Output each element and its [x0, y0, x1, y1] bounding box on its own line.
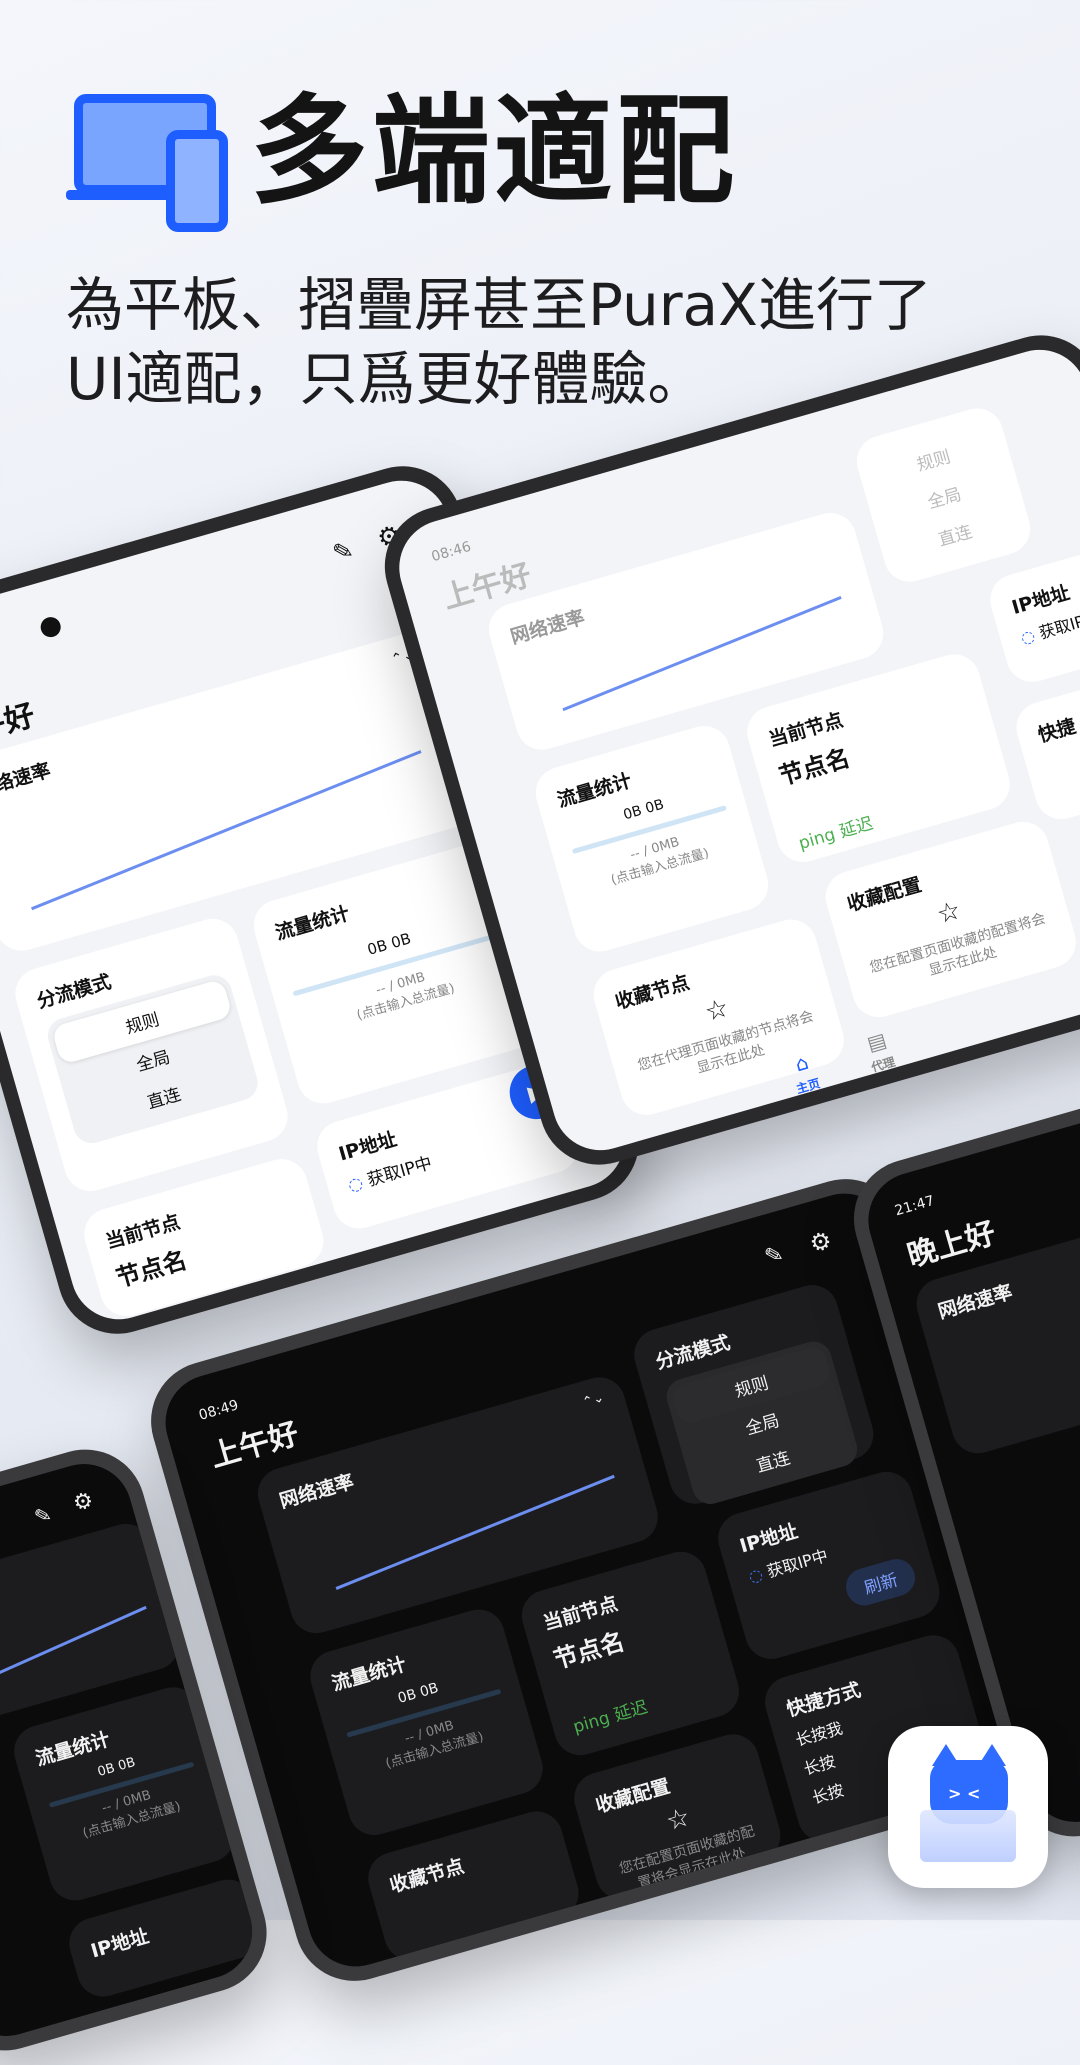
speed-title: 网络速率 — [0, 759, 54, 802]
page-title: 多端適配 — [250, 82, 739, 220]
speed-line — [0, 1605, 147, 1711]
fav-node-title: 收藏节点 — [387, 1855, 467, 1898]
quick-card[interactable]: 快捷 — [1010, 660, 1080, 826]
laptop-phone-icon — [66, 80, 228, 232]
gear-icon[interactable]: ⚙ — [70, 1488, 96, 1517]
ip-card[interactable]: IP地址 ◌ 获取IP中 刷新 — [712, 1465, 946, 1666]
nav-home[interactable]: ⌂ 主页 — [787, 1048, 822, 1097]
edit-icon[interactable]: ✎ — [32, 1502, 55, 1530]
box-icon — [920, 1810, 1016, 1862]
ip-value-text: 获取IP中 — [365, 1153, 435, 1191]
loading-icon: ◌ — [746, 1564, 766, 1587]
refresh-button[interactable]: 刷新 — [841, 1554, 920, 1610]
subtitle-line-1: 為平板、摺疊屏甚至PuraX進行了 — [66, 271, 932, 339]
edit-icon[interactable]: ✎ — [762, 1241, 787, 1270]
traffic-card[interactable]: 流量统计 0B 0B -- / 0MB (点击输入总流量) — [8, 1681, 241, 1907]
proxy-icon: ▤ — [864, 1027, 890, 1056]
app-icon: > < — [888, 1726, 1048, 1888]
hero-section: 多端適配 為平板、摺疊屏甚至PuraX進行了 UI適配，只爲更好體驗。 — [66, 80, 1040, 416]
camera-dot — [38, 614, 64, 640]
gear-icon[interactable]: ⚙ — [806, 1226, 834, 1259]
node-card[interactable]: 当前节点 节点名 ping 延迟 — [515, 1545, 746, 1762]
ip-title: IP地址 — [88, 1925, 152, 1963]
loading-icon: ◌ — [345, 1173, 366, 1197]
status-time: 08:49 — [197, 1397, 241, 1424]
ip-value-text: 获取IP中 — [1036, 607, 1080, 643]
traffic-card[interactable]: 流量统计 0B 0B -- / 0MB (点击输入总流量) — [529, 719, 775, 958]
speed-title: 网络速率 — [508, 606, 588, 649]
fav-config-card[interactable]: 收藏配置 ☆ 您在配置页面收藏的配置将会显示在此处 — [568, 1728, 787, 1906]
quick-title: 快捷 — [1035, 715, 1079, 747]
ping-text: ping 延迟 — [571, 1697, 651, 1738]
nav-home-label: 主页 — [794, 1076, 822, 1097]
home-icon: ⌂ — [792, 1049, 812, 1077]
loading-icon: ◌ — [1018, 625, 1038, 648]
mode-card: 分流模式 规则 全局 直连 — [9, 912, 294, 1198]
mode-card: 规则 全局 直连 — [850, 402, 1037, 588]
mode-card: 分流模式 规则 全局 直连 — [628, 1278, 880, 1510]
traffic-card[interactable]: 流量统计 0B 0B -- / 0MB (点击输入总流量) — [304, 1603, 549, 1842]
nav-proxy-label: 代理 — [869, 1054, 897, 1075]
title-row: 多端適配 — [66, 80, 1040, 232]
speed-line — [335, 1474, 615, 1590]
edit-icon[interactable]: ✎ — [330, 535, 357, 567]
ip-card[interactable]: IP地址 ◌ 获取IP中 — [984, 535, 1080, 689]
status-time: 21:47 — [893, 1192, 937, 1220]
status-time: 08:46 — [429, 538, 473, 566]
nav-proxy[interactable]: ▤ 代理 — [862, 1027, 897, 1076]
